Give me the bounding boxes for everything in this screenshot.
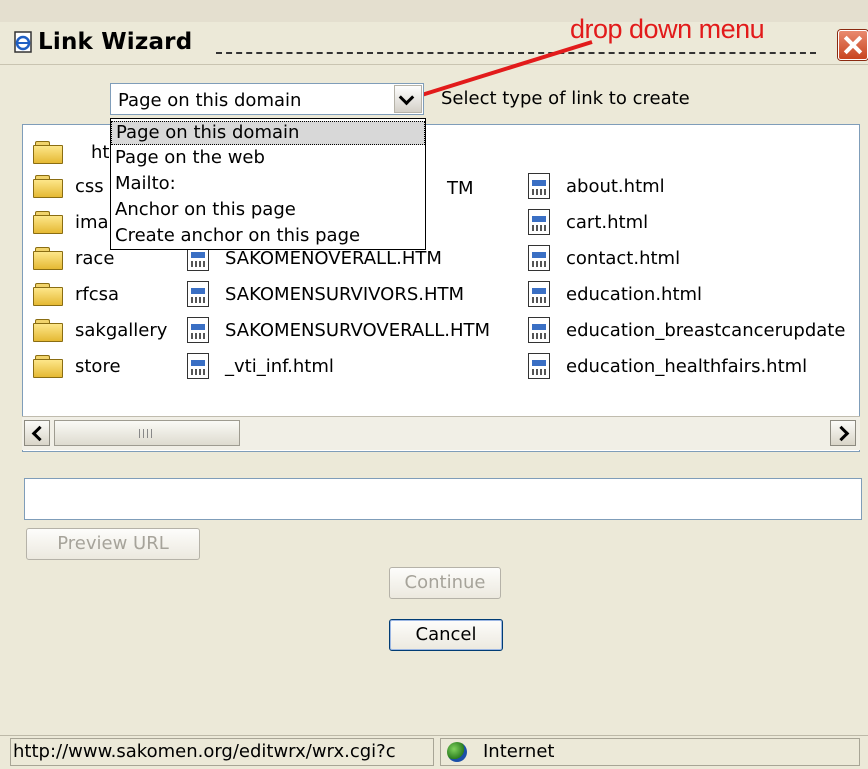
globe-icon — [447, 742, 467, 762]
folder-icon — [33, 317, 63, 342]
title-dashes — [216, 52, 816, 54]
file-label: _vti_inf.html — [225, 356, 334, 377]
dropdown-option[interactable]: Mailto: — [111, 173, 425, 197]
folder-label: ima — [75, 212, 109, 233]
html-file-icon — [187, 281, 209, 307]
file-label: contact.html — [566, 248, 681, 269]
folder-icon — [33, 281, 63, 306]
folder-icon — [33, 209, 63, 234]
horizontal-scrollbar[interactable] — [22, 416, 860, 450]
file-label: education.html — [566, 284, 703, 305]
file-label: about.html — [566, 176, 665, 197]
folder-label: race — [75, 248, 115, 269]
file-label: SAKOMENSURVOVERALL.HTM — [225, 320, 491, 341]
folder-icon — [33, 353, 63, 378]
link-type-select[interactable]: Page on this domain — [110, 83, 424, 115]
folder-icon — [33, 245, 63, 270]
dropdown-option[interactable]: Page on the web — [111, 147, 425, 171]
status-url: http://www.sakomen.org/editwrx/wrx.cgi?c — [10, 738, 434, 766]
html-file-icon — [528, 353, 550, 379]
chevron-down-icon[interactable] — [394, 85, 422, 113]
file-label: SAKOMENSURVIVORS.HTM — [225, 284, 465, 305]
window-title: Link Wizard — [38, 29, 193, 55]
html-file-icon — [528, 281, 550, 307]
html-file-icon — [528, 317, 550, 343]
security-zone: Internet — [440, 738, 860, 766]
file-label: education_breastcancerupdate — [566, 320, 846, 341]
file-label: SAKOMENOVERALL.HTM — [225, 248, 442, 269]
folder-label: rfcsa — [75, 284, 120, 305]
link-type-selected-value: Page on this domain — [118, 90, 302, 111]
file-label: cart.html — [566, 212, 649, 233]
status-bar: http://www.sakomen.org/editwrx/wrx.cgi?c… — [0, 735, 868, 769]
folder-label: store — [75, 356, 121, 377]
folder-open-icon — [33, 139, 63, 164]
html-file-icon — [528, 209, 550, 235]
url-input[interactable] — [24, 478, 862, 520]
continue-button[interactable]: Continue — [389, 567, 501, 599]
dropdown-option[interactable]: Page on this domain — [111, 121, 425, 145]
scroll-left-icon[interactable] — [24, 420, 50, 446]
ie-page-icon — [14, 31, 32, 53]
dropdown-option[interactable]: Create anchor on this page — [111, 225, 425, 249]
file-label: education_healthfairs.html — [566, 356, 808, 377]
zone-label: Internet — [483, 741, 555, 762]
html-file-icon — [187, 317, 209, 343]
scroll-right-icon[interactable] — [830, 420, 856, 446]
link-type-dropdown-list[interactable]: Page on this domain Page on the web Mail… — [110, 118, 426, 250]
html-file-icon — [528, 173, 550, 199]
file-label: TM — [447, 178, 474, 199]
scroll-thumb[interactable] — [54, 420, 240, 446]
grip-icon — [139, 429, 153, 438]
annotation-label: drop down menu — [570, 14, 765, 44]
cancel-button[interactable]: Cancel — [389, 619, 503, 651]
html-file-icon — [528, 245, 550, 271]
dropdown-option[interactable]: Anchor on this page — [111, 199, 425, 223]
folder-icon — [33, 173, 63, 198]
folder-label: sakgallery — [75, 320, 168, 341]
link-type-hint: Select type of link to create — [441, 88, 690, 109]
folder-label: css — [75, 176, 104, 197]
close-button[interactable] — [838, 30, 868, 60]
html-file-icon — [187, 353, 209, 379]
preview-url-button[interactable]: Preview URL — [26, 528, 200, 560]
